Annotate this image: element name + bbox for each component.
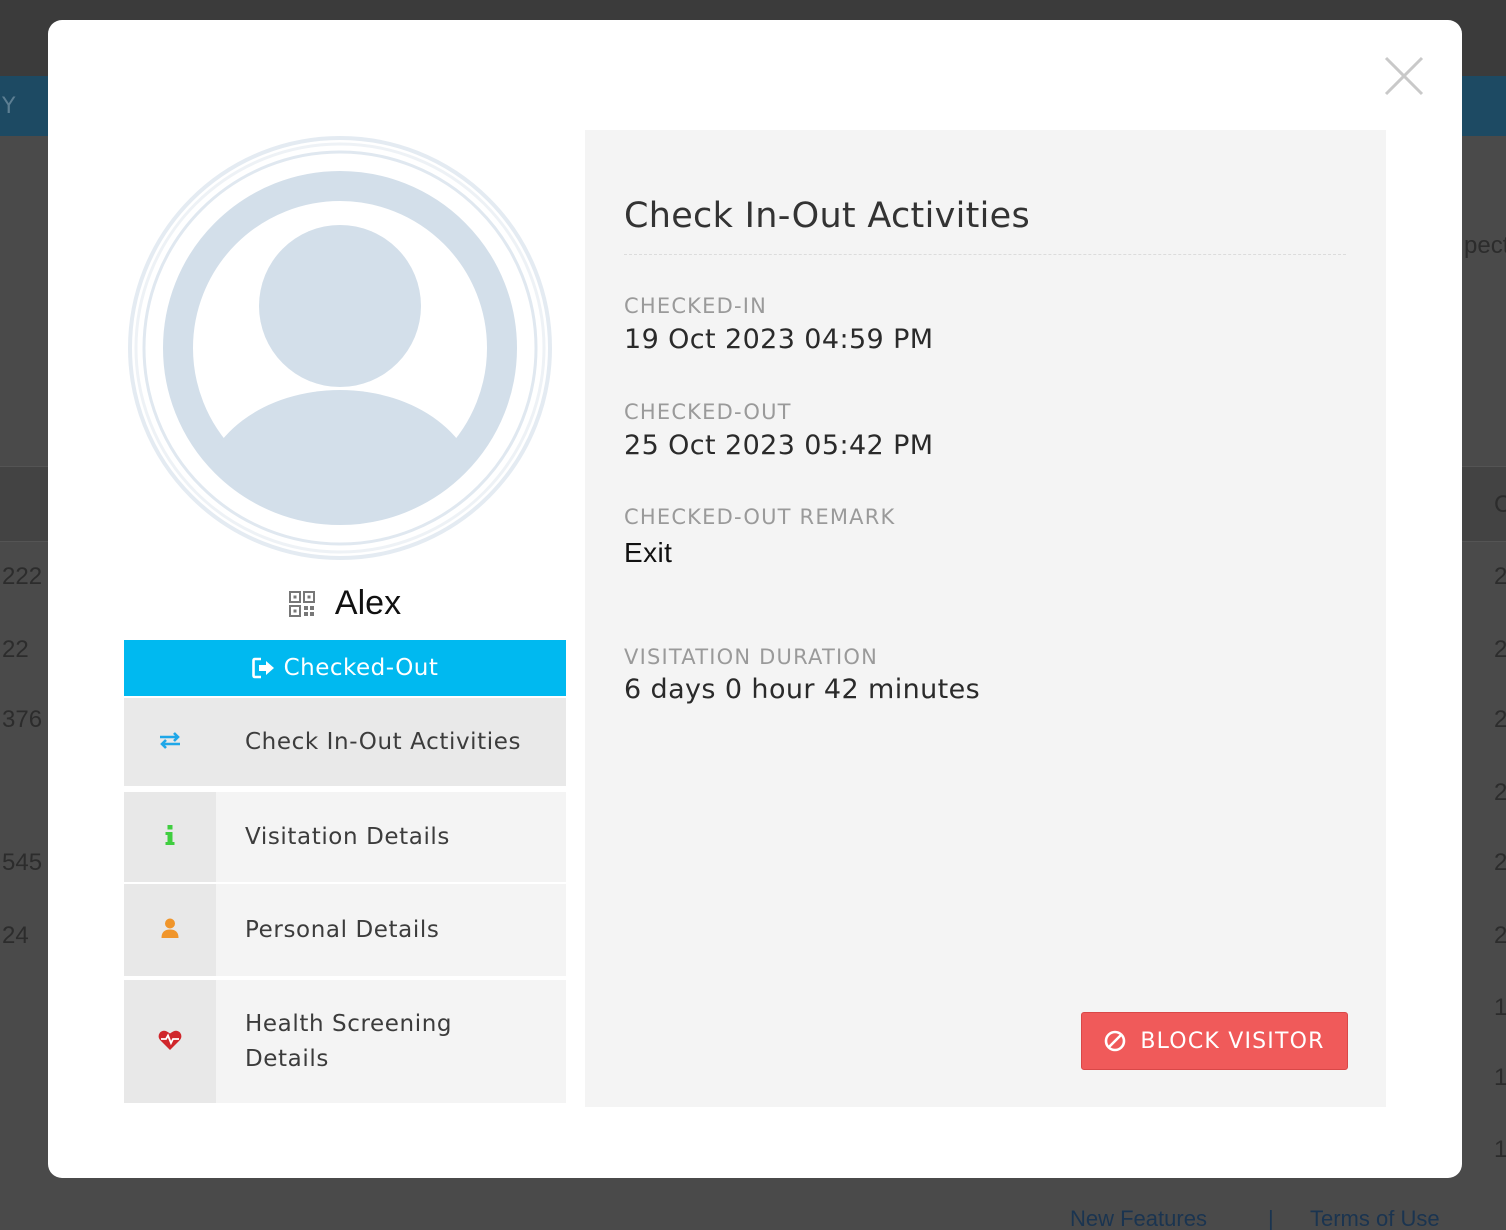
divider — [624, 254, 1346, 255]
menu-item-label: Check In-Out Activities — [216, 698, 566, 786]
user-icon — [161, 918, 179, 942]
block-visitor-label: BLOCK VISITOR — [1140, 1028, 1325, 1054]
exchange-icon — [158, 730, 182, 754]
footer-link-terms-of-use[interactable]: Terms of Use — [1310, 1206, 1440, 1230]
background-table-cell: 545 — [2, 849, 43, 876]
status-label: Checked-Out — [283, 655, 439, 681]
visitor-avatar — [124, 132, 556, 564]
checked-in-value: 19 Oct 2023 04:59 PM — [624, 324, 934, 355]
footer-separator: | — [1268, 1206, 1274, 1230]
visitation-duration-value: 6 days 0 hour 42 minutes — [624, 674, 981, 705]
background-table-cell: 24 — [2, 922, 29, 949]
footer-link-new-features[interactable]: New Features — [1070, 1206, 1207, 1230]
block-visitor-button[interactable]: BLOCK VISITOR — [1081, 1012, 1348, 1070]
menu-item-health-screening[interactable]: Health Screening Details — [124, 980, 566, 1103]
background-table-cell: 2 — [1494, 563, 1506, 590]
panel-title: Check In-Out Activities — [624, 196, 1031, 236]
menu-item-check-in-out[interactable]: Check In-Out Activities — [124, 698, 566, 786]
background-table-cell: 2 — [1494, 636, 1506, 663]
background-table-cell: 1 — [1494, 1136, 1506, 1163]
heartbeat-icon — [158, 1029, 182, 1055]
checked-out-label: CHECKED-OUT — [624, 400, 792, 424]
close-icon[interactable] — [1380, 52, 1428, 100]
ban-icon — [1104, 1030, 1126, 1052]
background-side-text: pect — [1464, 232, 1506, 259]
menu-item-personal-details[interactable]: Personal Details — [124, 884, 566, 976]
info-icon — [164, 824, 176, 850]
background-table-cell: 1 — [1494, 1064, 1506, 1091]
menu-item-visitation-details[interactable]: Visitation Details — [124, 792, 566, 882]
background-table-header-cell: C — [1494, 491, 1506, 518]
visitation-duration-label: VISITATION DURATION — [624, 645, 879, 669]
background-table-cell: 22 — [2, 636, 29, 663]
visitor-name-row: Alex — [124, 580, 566, 626]
background-table-cell: 2 — [1494, 849, 1506, 876]
menu-item-label: Personal Details — [216, 884, 566, 976]
checked-out-remark-value: Exit — [624, 537, 673, 568]
checked-out-value: 25 Oct 2023 05:42 PM — [624, 430, 934, 461]
background-header-text: Y — [2, 94, 16, 119]
background-table-cell: 222 — [2, 563, 43, 590]
menu-item-label: Visitation Details — [216, 792, 566, 882]
visitor-detail-modal: Alex Checked-Out Check In-Out Activities — [48, 20, 1462, 1178]
visitor-name: Alex — [334, 583, 402, 622]
checked-in-label: CHECKED-IN — [624, 294, 768, 318]
activities-panel: Check In-Out Activities CHECKED-IN 19 Oc… — [585, 130, 1386, 1107]
menu-item-label: Health Screening Details — [216, 980, 566, 1103]
background-table-cell: 376 — [2, 706, 43, 733]
sign-out-icon — [251, 657, 276, 679]
status-badge: Checked-Out — [124, 640, 566, 696]
background-table-cell: 1 — [1494, 994, 1506, 1021]
background-table-cell: 2 — [1494, 706, 1506, 733]
qr-code-icon[interactable] — [288, 591, 315, 617]
background-table-cell: 2 — [1494, 779, 1506, 806]
checked-out-remark-label: CHECKED-OUT REMARK — [624, 505, 896, 529]
background-table-cell: 2 — [1494, 922, 1506, 949]
